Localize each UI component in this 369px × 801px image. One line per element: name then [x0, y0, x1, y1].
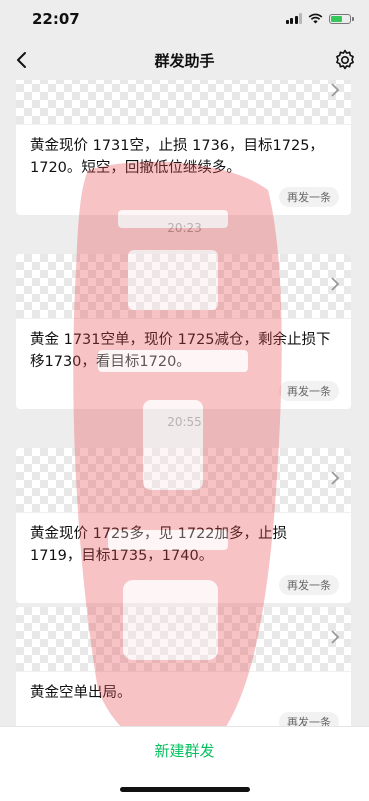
- recipients-preview[interactable]: [16, 607, 351, 672]
- status-time: 22:07: [32, 10, 80, 28]
- chevron-right-icon: [331, 277, 340, 291]
- recipients-preview[interactable]: [16, 254, 351, 319]
- message-card[interactable]: 黄金现价 1725多，见 1722加多，止损1719，目标1735，1740。 …: [16, 448, 351, 603]
- chevron-right-icon: [331, 83, 340, 97]
- signal-icon: [285, 13, 302, 24]
- new-broadcast-button[interactable]: 新建群发: [0, 740, 369, 761]
- message-text: 黄金 1731空单，现价 1725减仓，剩余止损下移1730，看目标1720。: [30, 332, 331, 370]
- resend-button[interactable]: 再发一条: [279, 575, 339, 595]
- battery-fill: [331, 15, 342, 22]
- status-icons: [285, 13, 354, 24]
- timestamp: 20:55: [167, 415, 202, 429]
- recipients-preview[interactable]: [16, 80, 351, 125]
- gear-icon[interactable]: [333, 48, 357, 72]
- page-title: 群发助手: [154, 52, 215, 70]
- message-feed[interactable]: 黄金现价 1731空，止损 1736，目标1725，1720。短空，回撤低位继续…: [0, 80, 369, 726]
- home-indicator: [120, 787, 250, 792]
- recipients-preview[interactable]: [16, 448, 351, 513]
- status-bar: 22:07: [0, 0, 369, 40]
- resend-button[interactable]: 再发一条: [279, 187, 339, 207]
- battery-icon: [329, 13, 354, 24]
- chevron-right-icon: [331, 630, 340, 644]
- message-text: 黄金空单出局。: [30, 685, 132, 701]
- nav-bar: 群发助手: [0, 40, 369, 80]
- chevron-right-icon: [331, 471, 340, 485]
- message-text: 黄金现价 1725多，见 1722加多，止损1719，目标1735，1740。: [30, 526, 288, 564]
- bottom-bar: 新建群发: [0, 726, 369, 801]
- message-card[interactable]: 黄金现价 1731空，止损 1736，目标1725，1720。短空，回撤低位继续…: [16, 80, 351, 215]
- message-card[interactable]: 黄金空单出局。 再发一条: [16, 607, 351, 726]
- message-text: 黄金现价 1731空，止损 1736，目标1725，1720。短空，回撤低位继续…: [30, 138, 324, 176]
- resend-button[interactable]: 再发一条: [279, 381, 339, 401]
- message-card[interactable]: 黄金 1731空单，现价 1725减仓，剩余止损下移1730，看目标1720。 …: [16, 254, 351, 409]
- timestamp: 20:23: [167, 221, 202, 235]
- wifi-icon: [308, 13, 323, 24]
- resend-button[interactable]: 再发一条: [279, 712, 339, 726]
